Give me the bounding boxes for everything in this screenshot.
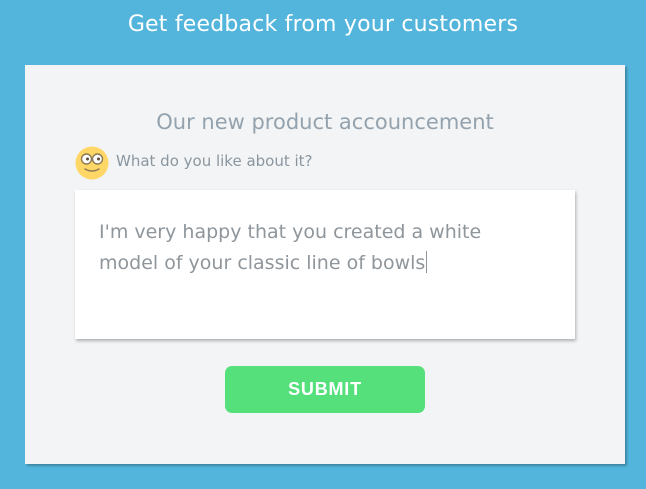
feedback-textarea[interactable]: I'm very happy that you created a white … [75, 190, 575, 339]
smiley-face-icon [75, 146, 109, 180]
feedback-text-value: I'm very happy that you created a white … [99, 221, 482, 274]
text-caret [426, 251, 428, 273]
page-title: Get feedback from your customers [127, 12, 519, 37]
submit-button[interactable]: SUBMIT [225, 366, 425, 413]
feedback-question-label: What do you like about it? [116, 152, 313, 170]
feedback-card: Our new product accouncement What do you… [25, 65, 625, 464]
card-title: Our new product accouncement [156, 110, 494, 134]
